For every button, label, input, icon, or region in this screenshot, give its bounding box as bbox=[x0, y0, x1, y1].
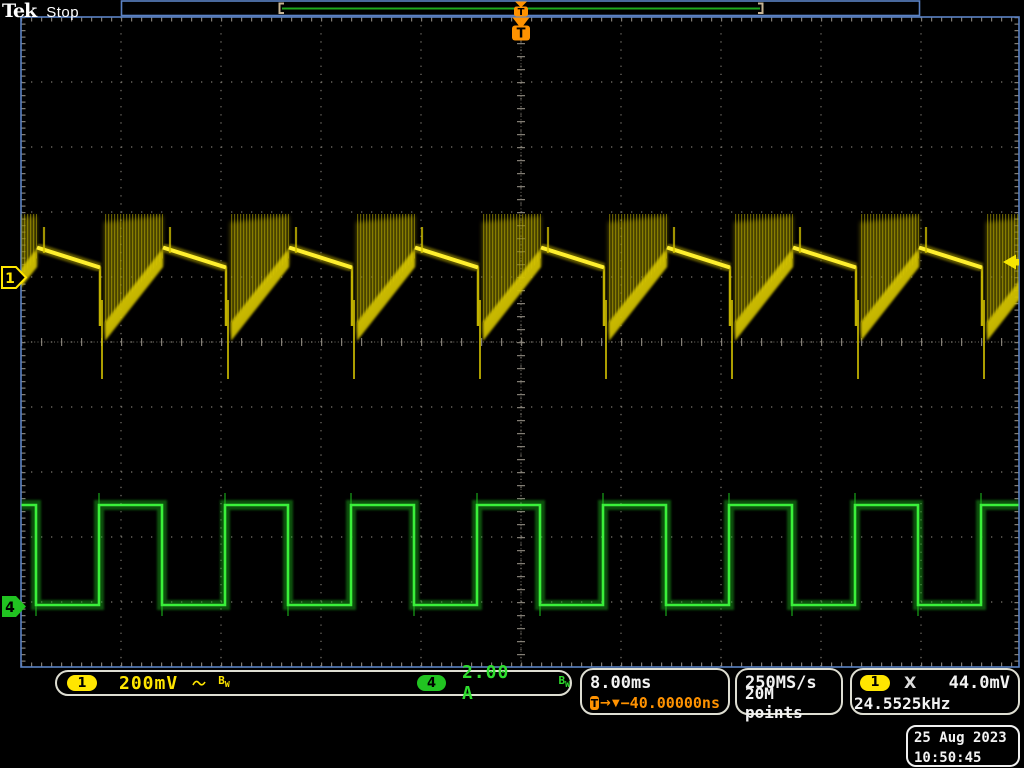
svg-text:T: T bbox=[517, 27, 526, 42]
trigger-frequency: 24.5525kHz bbox=[852, 693, 1018, 713]
trigger-readout-box[interactable]: 1 X 44.0mV 24.5525kHz bbox=[850, 668, 1020, 715]
date-label: 25 Aug 2023 bbox=[908, 727, 1018, 747]
tek-logo: Tek bbox=[2, 0, 36, 22]
svg-text:4: 4 bbox=[5, 600, 15, 616]
horizontal-scale: 8.00ms bbox=[582, 670, 728, 693]
graticule bbox=[21, 17, 1019, 667]
channel4-marker[interactable]: 4 bbox=[2, 596, 26, 617]
acquisition-preview-bar: T bbox=[122, 1, 920, 18]
svg-text:T: T bbox=[518, 7, 525, 18]
channel1-badge[interactable]: 1 bbox=[67, 675, 97, 691]
trigger-delay-value: −40.00000ns bbox=[621, 694, 720, 712]
trigger-position-marker[interactable]: T bbox=[512, 18, 530, 42]
acquisition-readout-box[interactable]: 250MS/s 20M points bbox=[735, 668, 843, 715]
header: Tek Stop bbox=[2, 0, 79, 22]
right-arrow-icon: → bbox=[600, 696, 611, 711]
svg-text:1: 1 bbox=[5, 271, 15, 287]
channel1-waveform bbox=[0, 214, 1024, 379]
record-length: 20M points bbox=[737, 693, 841, 713]
time-label: 10:50:45 bbox=[908, 747, 1018, 767]
channel1-scale: 200mV bbox=[119, 673, 178, 694]
ac-coupling-icon bbox=[192, 677, 208, 689]
trigger-source-badge: 1 bbox=[860, 675, 890, 691]
down-triangle-icon: ▼ bbox=[612, 698, 620, 709]
datetime-box: 25 Aug 2023 10:50:45 bbox=[906, 725, 1020, 767]
channel4-readout: 4 2.00 A BW bbox=[417, 672, 570, 694]
oscilloscope-screen: T T 1 4 bbox=[0, 0, 1024, 768]
trigger-level: 44.0mV bbox=[949, 673, 1010, 693]
horizontal-readout-box[interactable]: 8.00ms T → ▼ −40.00000ns bbox=[580, 668, 730, 715]
bandwidth-limit-icon: BW bbox=[218, 676, 229, 690]
trigger-slope-icon: X bbox=[904, 673, 916, 692]
channel4-badge[interactable]: 4 bbox=[417, 675, 446, 691]
channel1-readout: 1 200mV BW bbox=[67, 672, 230, 694]
bandwidth-limit-icon: BW bbox=[559, 676, 570, 690]
acquisition-status: Stop bbox=[46, 4, 79, 21]
trigger-delay-icon: T bbox=[590, 696, 599, 710]
channel-readouts-box[interactable]: 1 200mV BW 4 2.00 A BW bbox=[55, 670, 572, 696]
channel4-scale: 2.00 A bbox=[462, 662, 531, 704]
